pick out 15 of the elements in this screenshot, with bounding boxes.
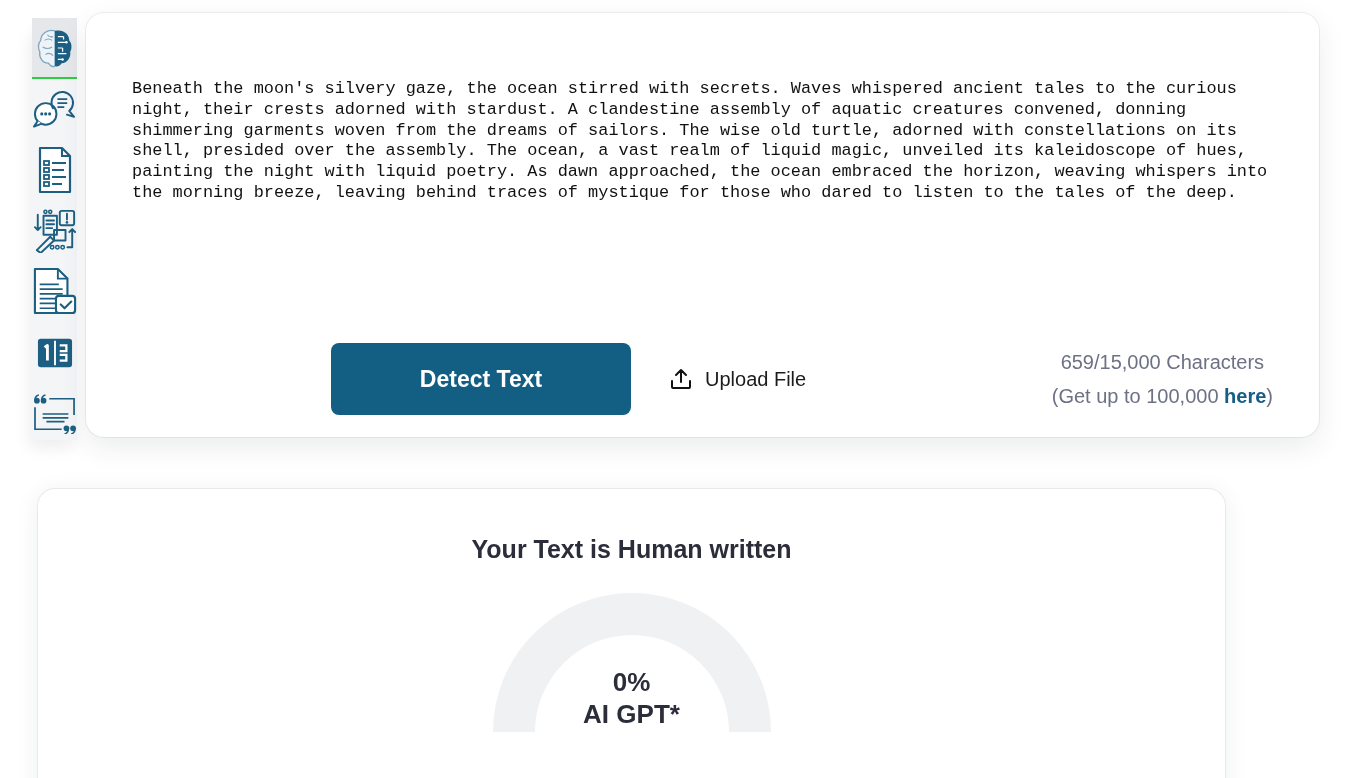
gauge-label: AI GPT*	[583, 698, 680, 730]
upload-icon	[669, 367, 693, 391]
here-link[interactable]: here	[1224, 385, 1267, 407]
upload-file-button[interactable]: Upload File	[669, 367, 807, 391]
quote-icon	[32, 393, 77, 434]
workflow-diagram-icon	[32, 208, 77, 253]
number-blocks-icon	[36, 336, 73, 369]
gauge-percent: 0%	[612, 666, 651, 698]
upgrade-note: (Get up to 100,000 here)	[1051, 384, 1273, 409]
result-title: Your Text is Human written	[471, 534, 792, 564]
text-input-field[interactable]: Beneath the moon's silvery gaze, the ocean stirred with secrets. Waves whispered ancient tales to the curious night, their crests adorned with stardust. A clandestine assembly of aquatic creatures convened, donning shimmering garments woven from the dreams of sailors. The wise old turtle, adorned with constellations on its shell, presided over the assembly. The ocean, a vast realm of liquid magic, unveiled its kaleidoscope of hues, painting the night with liquid poetry. As dawn approached, the ocean embraced the horizon, weaving whispers into the morning breeze, leaving behind traces of mystique for those who dared to listen to the tales of the deep.	[120, 60, 1295, 324]
detect-text-button[interactable]: Detect Text	[331, 343, 631, 415]
sidebar-item[interactable]	[32, 18, 77, 79]
character-count: 659/15,000 Characters	[1060, 350, 1265, 375]
document-list-icon	[37, 145, 72, 194]
